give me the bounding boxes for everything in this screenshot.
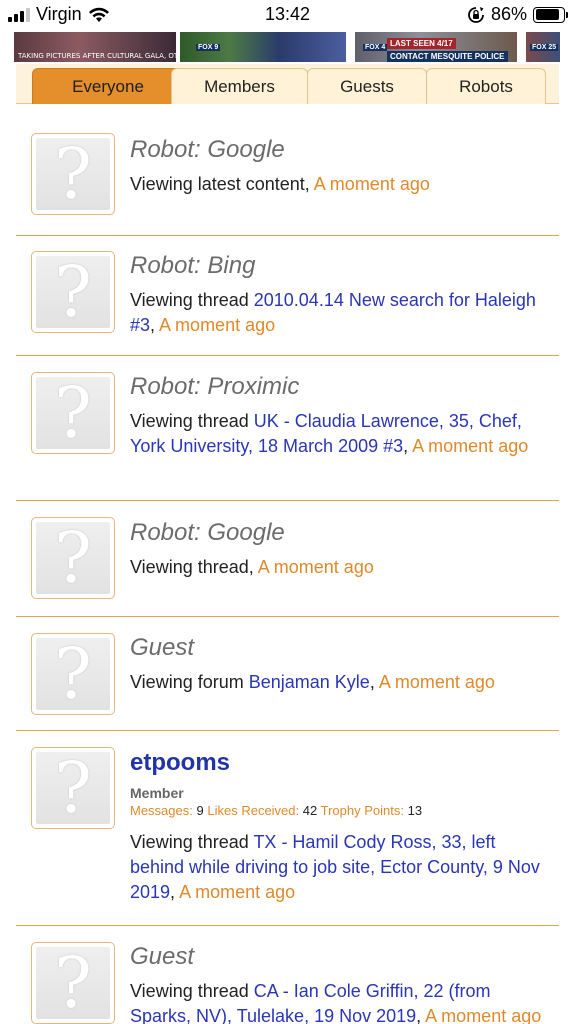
activity-text: Viewing latest content, A moment ago	[130, 174, 430, 194]
list-item: ? etpooms Member Messages: 9 Likes Recei…	[16, 731, 559, 926]
avatar[interactable]: ?	[31, 942, 115, 1024]
timestamp: A moment ago	[313, 174, 430, 194]
banner-thumbnails[interactable]: TAKING PICTURES AFTER CULTURAL GALA, OTH…	[0, 32, 575, 62]
avatar[interactable]: ?	[31, 633, 115, 715]
activity-text: Viewing thread TX - Hamil Cody Ross, 33,…	[130, 832, 540, 902]
visitor-name: Guest	[130, 634, 195, 661]
tab-guests[interactable]: Guests	[307, 68, 427, 104]
avatar[interactable]: ?	[31, 133, 115, 215]
list-item: ? Robot: Google Viewing latest content, …	[16, 116, 559, 236]
avatar[interactable]: ?	[31, 747, 115, 829]
timestamp: A moment ago	[257, 557, 374, 577]
avatar[interactable]: ?	[31, 372, 115, 454]
banner-thumb-2[interactable]: FOX 9	[180, 32, 346, 62]
banner-thumb-4[interactable]: FOX 25	[526, 32, 560, 62]
timestamp: A moment ago	[179, 882, 296, 902]
tab-robots[interactable]: Robots	[426, 68, 546, 104]
question-mark-icon: ?	[54, 522, 92, 594]
timestamp: A moment ago	[378, 672, 495, 692]
member-stats: Messages: 9 Likes Received: 42 Trophy Po…	[130, 803, 423, 818]
question-mark-icon: ?	[54, 138, 92, 210]
timestamp: A moment ago	[412, 436, 529, 456]
timestamp: A moment ago	[425, 1006, 542, 1024]
member-username[interactable]: etpooms	[130, 748, 551, 778]
status-bar: Virgin 13:42 86%	[0, 0, 575, 32]
banner-thumb-label: TAKING PICTURES AFTER CULTURAL GALA, OTH…	[18, 52, 176, 60]
activity-text: Viewing thread, A moment ago	[130, 557, 374, 577]
banner-thumb-1[interactable]: TAKING PICTURES AFTER CULTURAL GALA, OTH…	[14, 32, 176, 62]
visitor-name: Robot: Google	[130, 519, 285, 546]
status-right: 86%	[467, 4, 568, 25]
trophy-count: 13	[407, 803, 423, 818]
question-mark-icon: ?	[54, 256, 92, 328]
list-item: ? Robot: Bing Viewing thread 2010.04.14 …	[16, 236, 559, 356]
question-mark-icon: ?	[54, 377, 92, 449]
timestamp: A moment ago	[159, 315, 276, 335]
forum-link[interactable]: Benjaman Kyle	[249, 672, 370, 692]
filter-tabs: Everyone Members Guests Robots	[16, 64, 559, 104]
visitor-name: Robot: Bing	[130, 252, 256, 279]
banner-caption: CONTACT MESQUITE POLICE	[387, 51, 508, 62]
battery-percent: 86%	[490, 4, 527, 24]
activity-text: Viewing thread 2010.04.14 New search for…	[130, 290, 536, 335]
visitor-name: Robot: Google	[130, 136, 285, 163]
avatar[interactable]: ?	[31, 517, 115, 599]
question-mark-icon: ?	[54, 947, 92, 1019]
list-item: ? Robot: Proximic Viewing thread UK - Cl…	[16, 356, 559, 501]
avatar[interactable]: ?	[31, 251, 115, 333]
visitor-name: Robot: Proximic	[130, 373, 300, 400]
messages-count: 9	[196, 803, 204, 818]
battery-icon	[533, 6, 568, 23]
banner-thumb-3[interactable]: FOX 4 LAST SEEN 4/17 CONTACT MESQUITE PO…	[355, 32, 517, 62]
channel-badge: FOX 9	[196, 44, 221, 51]
channel-badge: FOX 4	[363, 44, 388, 51]
rotation-lock-icon	[468, 6, 484, 23]
banner-caption: LAST SEEN 4/17	[387, 38, 456, 49]
list-item: ? Guest Viewing forum Benjaman Kyle, A m…	[16, 617, 559, 731]
member-title: Member	[130, 785, 184, 801]
visitor-name: Guest	[130, 943, 195, 970]
activity-text: Viewing thread UK - Claudia Lawrence, 35…	[130, 411, 529, 456]
activity-text: Viewing thread CA - Ian Cole Griffin, 22…	[130, 981, 542, 1024]
question-mark-icon: ?	[54, 638, 92, 710]
list-item: ? Guest Viewing thread CA - Ian Cole Gri…	[16, 926, 559, 1024]
question-mark-icon: ?	[54, 752, 92, 824]
list-item: ? Robot: Google Viewing thread, A moment…	[16, 501, 559, 617]
tab-members[interactable]: Members	[171, 68, 308, 104]
online-list: ? Robot: Google Viewing latest content, …	[16, 116, 559, 1024]
activity-text: Viewing forum Benjaman Kyle, A moment ag…	[130, 672, 495, 692]
likes-count: 42	[302, 803, 318, 818]
tab-everyone[interactable]: Everyone	[32, 68, 184, 104]
channel-badge: FOX 25	[530, 44, 559, 51]
